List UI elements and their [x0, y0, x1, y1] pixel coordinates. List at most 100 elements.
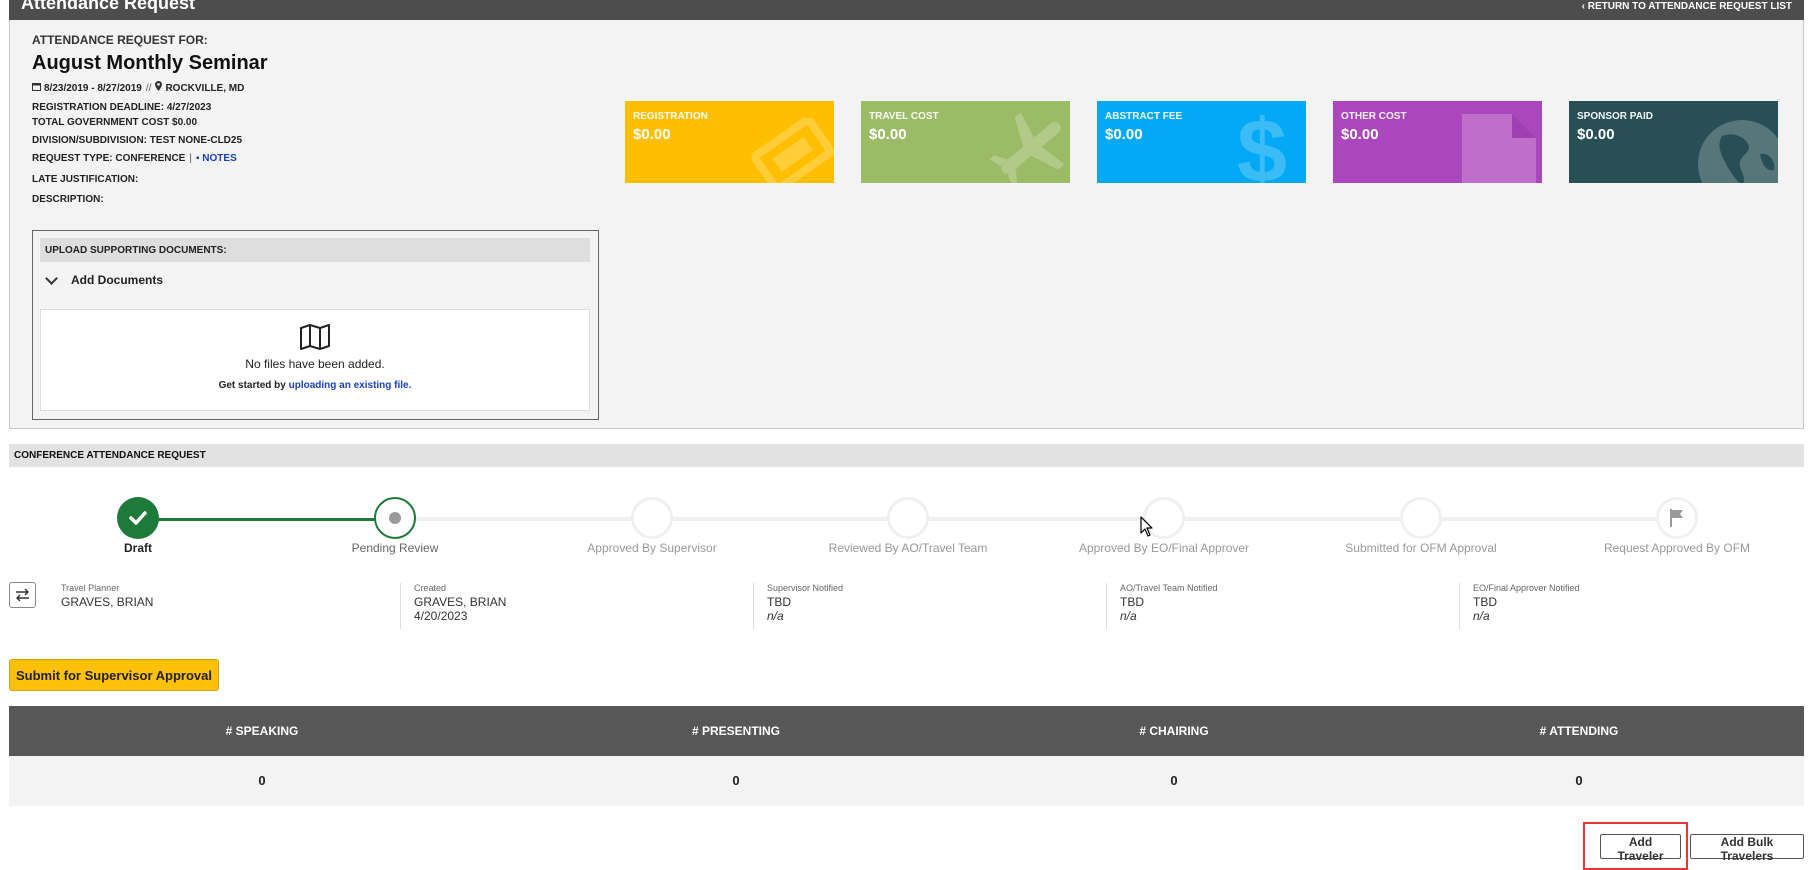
date-location-separator: //	[145, 83, 152, 94]
travel-planner-info: Travel Planner GRAVES, BRIAN	[61, 583, 153, 609]
sponsor-paid-card: SPONSOR PAID $0.00	[1569, 101, 1778, 183]
created-info: Created GRAVES, BRIAN 4/20/2023	[414, 583, 506, 623]
calendar-icon	[32, 82, 41, 94]
page-header: Attendance Request ‹ RETURN TO ATTENDANC…	[9, 0, 1804, 20]
check-icon	[129, 511, 147, 525]
step-approved-eo-label: Approved By EO/Final Approver	[1078, 541, 1250, 555]
info-divider	[400, 583, 401, 629]
document-icon	[1460, 112, 1538, 183]
step-submitted-ofm-label: Submitted for OFM Approval	[1345, 541, 1497, 555]
event-location: ROCKVILLE, MD	[165, 83, 245, 94]
presenting-count: 0	[732, 773, 740, 788]
upload-documents-panel: UPLOAD SUPPORTING DOCUMENTS: Add Documen…	[32, 230, 599, 420]
description: DESCRIPTION:	[32, 194, 104, 205]
ao-travel-notified-name: TBD	[1120, 595, 1144, 609]
no-files-message: No files have been added.	[245, 357, 385, 371]
return-to-list-link[interactable]: ‹ RETURN TO ATTENDANCE REQUEST LIST	[1582, 1, 1792, 12]
add-documents-toggle[interactable]: Add Documents	[45, 271, 163, 289]
eo-final-notified-name: TBD	[1473, 595, 1497, 609]
flag-icon	[1670, 509, 1683, 527]
event-dates: 8/23/2019 - 8/27/2019	[44, 83, 142, 94]
step-approved-ofm-circle	[1656, 497, 1698, 539]
ticket-icon	[745, 116, 834, 183]
supervisor-notified-label: Supervisor Notified	[767, 583, 844, 593]
request-type-row: REQUEST TYPE: CONFERENCE | ▪ NOTES	[32, 153, 237, 164]
supervisor-notified-date: n/a	[767, 609, 784, 623]
division-subdivision: DIVISION/SUBDIVISION: TEST NONE-CLD25	[32, 135, 243, 146]
request-for-label: ATTENDANCE REQUEST FOR:	[32, 33, 208, 47]
page-title: Attendance Request	[21, 0, 196, 13]
created-label: Created	[414, 583, 447, 593]
dollar-icon: $	[1232, 102, 1292, 183]
notes-link[interactable]: ▪ NOTES	[196, 153, 237, 164]
registration-deadline: REGISTRATION DEADLINE: 4/27/2023	[32, 102, 212, 113]
upload-header: UPLOAD SUPPORTING DOCUMENTS:	[40, 238, 590, 262]
supervisor-notified-info: Supervisor Notified TBD n/a	[767, 583, 843, 623]
travel-planner-label: Travel Planner	[61, 583, 120, 593]
map-marker-icon	[155, 81, 163, 94]
speaking-header: # SPEAKING	[225, 724, 299, 738]
add-traveler-button[interactable]: Add Traveler	[1600, 834, 1681, 863]
step-pending-review-circle	[374, 497, 416, 539]
table-header-row: # SPEAKING # PRESENTING # CHAIRING # ATT…	[9, 706, 1804, 756]
created-name: GRAVES, BRIAN	[414, 595, 507, 609]
upload-existing-file-link[interactable]: uploading an existing file.	[289, 380, 412, 391]
late-justification: LATE JUSTIFICATION:	[32, 174, 139, 185]
file-drop-zone[interactable]: No files have been added. Get started by…	[40, 309, 590, 411]
swap-arrows-icon	[16, 588, 29, 602]
step-reviewed-ao-label: Reviewed By AO/Travel Team	[828, 541, 988, 555]
current-dot-icon	[389, 512, 401, 524]
step-submitted-ofm-circle	[1400, 497, 1442, 539]
chairing-header: # CHAIRING	[1139, 724, 1209, 738]
eo-final-notified-info: EO/Final Approver Notified TBD n/a	[1473, 583, 1580, 623]
return-link-label: RETURN TO ATTENDANCE REQUEST LIST	[1587, 1, 1792, 12]
ao-travel-notified-label: AO/Travel Team Notified	[1120, 583, 1218, 593]
participation-counts-table: # SPEAKING # PRESENTING # CHAIRING # ATT…	[9, 706, 1804, 806]
chevron-down-icon	[45, 274, 57, 286]
step-draft-label: Draft	[123, 541, 152, 555]
ao-travel-notified-info: AO/Travel Team Notified TBD n/a	[1120, 583, 1218, 623]
conference-section-header: CONFERENCE ATTENDANCE REQUEST	[9, 444, 1804, 467]
airplane-icon	[986, 108, 1070, 183]
abstract-fee-card: ABSTRACT FEE $0.00 $	[1097, 101, 1306, 183]
step-approved-supervisor-circle	[631, 497, 673, 539]
step-approved-ofm-label: Request Approved By OFM	[1603, 541, 1751, 555]
notes-link-label: NOTES	[202, 153, 237, 164]
progress-track-remaining	[395, 517, 1677, 521]
chairing-count: 0	[1170, 773, 1178, 788]
registration-cost-card: REGISTRATION $0.00	[625, 101, 834, 183]
other-cost-card: OTHER COST $0.00	[1333, 101, 1542, 183]
info-divider	[1106, 583, 1107, 629]
step-reviewed-ao-circle	[887, 497, 929, 539]
mouse-cursor-icon	[1140, 516, 1154, 543]
info-divider	[753, 583, 754, 629]
progress-track-complete	[138, 518, 395, 521]
speaking-count: 0	[258, 773, 266, 788]
request-panel: ATTENDANCE REQUEST FOR: August Monthly S…	[9, 20, 1804, 429]
travel-cost-card: TRAVEL COST $0.00	[861, 101, 1070, 183]
globe-icon	[1692, 114, 1778, 183]
created-date: 4/20/2023	[414, 609, 468, 623]
ao-travel-notified-date: n/a	[1120, 609, 1137, 623]
total-government-cost: TOTAL GOVERNMENT COST $0.00	[32, 117, 198, 128]
add-bulk-travelers-button[interactable]: Add Bulk Travelers	[1690, 834, 1804, 863]
attending-count: 0	[1575, 773, 1583, 788]
supervisor-notified-name: TBD	[767, 595, 791, 609]
step-pending-review-label: Pending Review	[351, 541, 439, 555]
swap-travel-planner-button[interactable]	[9, 582, 36, 608]
submit-for-supervisor-approval-button[interactable]: Submit for Supervisor Approval	[9, 659, 219, 691]
attending-header: # ATTENDING	[1539, 724, 1619, 738]
pipe-separator: |	[189, 153, 192, 164]
get-started-prefix: Get started by	[218, 380, 286, 391]
presenting-header: # PRESENTING	[691, 724, 781, 738]
step-approved-supervisor-label: Approved By Supervisor	[587, 541, 717, 555]
step-draft-circle	[117, 497, 159, 539]
event-title: August Monthly Seminar	[32, 52, 268, 74]
eo-final-notified-date: n/a	[1473, 609, 1490, 623]
info-divider	[1459, 583, 1460, 629]
svg-text:$: $	[1237, 104, 1287, 183]
map-icon	[299, 324, 331, 350]
travel-planner-name: GRAVES, BRIAN	[61, 595, 154, 609]
table-row: 0 0 0 0	[9, 756, 1804, 806]
request-type: REQUEST TYPE: CONFERENCE	[32, 153, 186, 164]
